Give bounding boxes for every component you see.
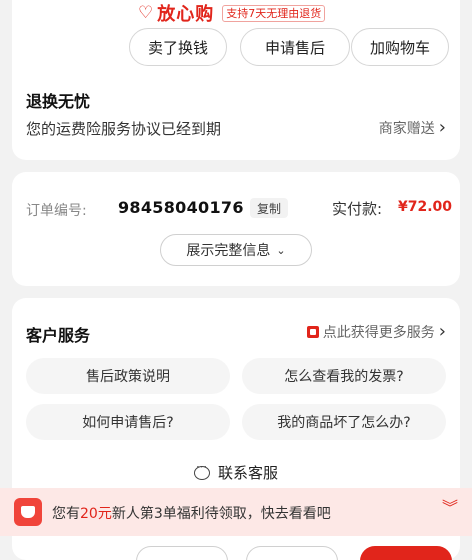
paid-amount-label: 实付款: bbox=[332, 200, 383, 218]
more-services-link[interactable]: 点此获得更多服务 › bbox=[306, 321, 446, 342]
contact-service-label: 联系客服 bbox=[217, 464, 278, 482]
chevron-right-icon: › bbox=[438, 321, 446, 342]
brand-logo: 放心购 bbox=[157, 4, 215, 25]
order-number-label: 订单编号: bbox=[26, 203, 87, 219]
bottom-primary-button[interactable] bbox=[360, 546, 452, 560]
faq-aftersale-policy[interactable]: 售后政策说明 bbox=[26, 358, 230, 394]
insurance-expired-text: 您的运费险服务协议已经到期 bbox=[26, 120, 222, 138]
promo-text: 您有20元新人第3单福利待领取，快去看看吧 bbox=[52, 503, 331, 523]
promo-text-prefix: 您有 bbox=[52, 506, 80, 522]
promo-text-suffix: 新人第3单福利待领取，快去看看吧 bbox=[111, 506, 331, 522]
worry-free-return-title: 退换无忧 bbox=[26, 92, 91, 111]
chevron-down-icon: ⌄ bbox=[276, 243, 286, 257]
copy-order-button[interactable]: 复制 bbox=[250, 198, 289, 218]
fangxingou-badge: ♡ 放心购 支持7天无理由退货 bbox=[138, 0, 326, 26]
paid-amount: ¥72.00 bbox=[398, 199, 453, 215]
customer-service-title: 客户服务 bbox=[26, 326, 91, 345]
faq-view-invoice[interactable]: 怎么查看我的发票? bbox=[242, 358, 446, 394]
merchant-gift-label: 商家赠送 bbox=[378, 121, 435, 137]
service-icon bbox=[306, 326, 319, 338]
heart-icon: ♡ bbox=[138, 2, 154, 23]
order-card: 订单编号: 98458040176 复制 实付款: ¥72.00 展示完整信息 … bbox=[12, 172, 460, 286]
new-user-promo-banner[interactable]: 您有20元新人第3单福利待领取，快去看看吧 ︾ bbox=[0, 488, 472, 536]
contact-service-button[interactable]: 联系客服 bbox=[12, 460, 460, 483]
bottom-action-button[interactable] bbox=[136, 546, 228, 560]
apply-aftersale-button[interactable]: 申请售后 bbox=[240, 28, 350, 66]
faq-how-to-apply-aftersale[interactable]: 如何申请售后? bbox=[26, 404, 230, 440]
top-card: ♡ 放心购 支持7天无理由退货 卖了换钱 申请售后 加购物车 退换无忧 您的运费… bbox=[12, 0, 460, 160]
gift-bag-icon bbox=[14, 498, 42, 526]
double-chevron-down-icon[interactable]: ︾ bbox=[442, 500, 458, 516]
merchant-gift-link[interactable]: 商家赠送 › bbox=[379, 118, 446, 138]
add-to-cart-button[interactable]: 加购物车 bbox=[351, 28, 449, 66]
chevron-right-icon: › bbox=[438, 117, 446, 138]
chat-bubble-icon bbox=[193, 460, 210, 480]
bottom-action-button[interactable] bbox=[246, 546, 338, 560]
more-services-label: 点此获得更多服务 bbox=[322, 325, 435, 341]
faq-broken-product[interactable]: 我的商品坏了怎么办? bbox=[242, 404, 446, 440]
promo-amount: 20元 bbox=[80, 506, 112, 522]
sell-for-cash-button[interactable]: 卖了换钱 bbox=[129, 28, 227, 66]
order-number: 98458040176 bbox=[118, 198, 244, 217]
show-full-info-label: 展示完整信息 bbox=[186, 243, 271, 259]
return-policy-tag: 支持7天无理由退货 bbox=[222, 4, 326, 22]
show-full-info-button[interactable]: 展示完整信息 ⌄ bbox=[160, 234, 312, 266]
